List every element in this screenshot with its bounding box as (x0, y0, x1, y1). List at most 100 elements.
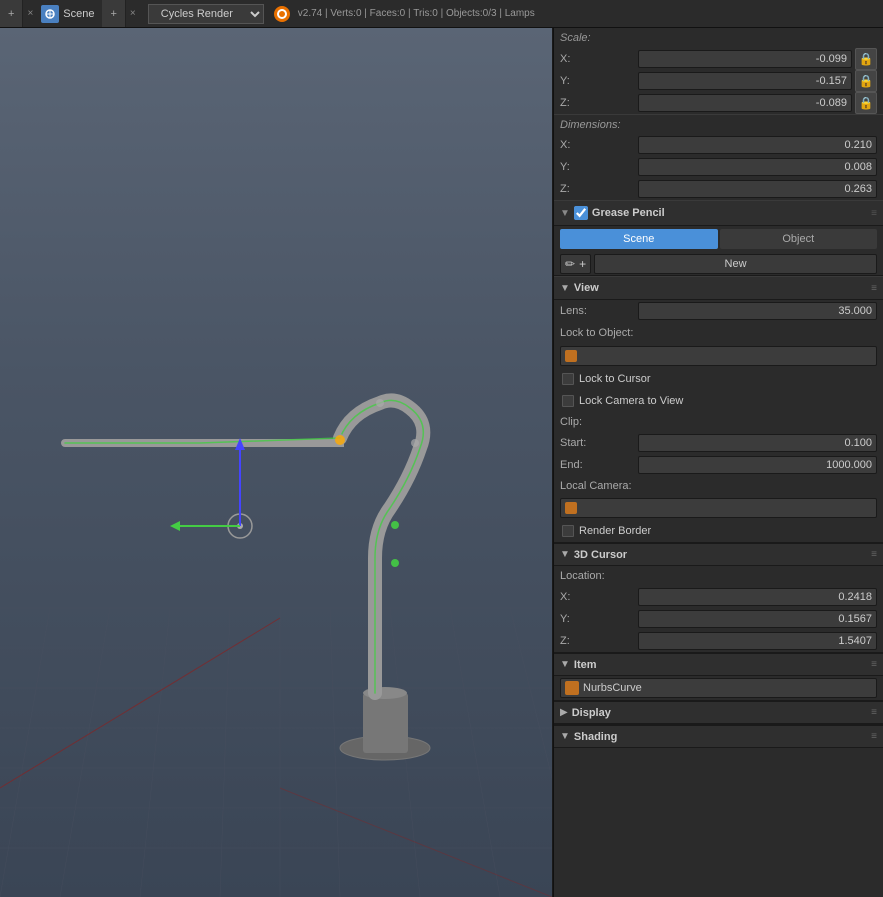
shading-title: Shading (574, 731, 617, 743)
scale-y-value: -0.157 (816, 75, 847, 87)
local-camera-icon (565, 502, 577, 514)
view-section-header[interactable]: ▼ View ≡ (554, 276, 883, 300)
tab-object[interactable]: Object (720, 229, 878, 249)
viewport-svg (0, 28, 552, 897)
lock-cursor-cb[interactable] (562, 373, 574, 385)
cursor-x-value: 0.2418 (838, 591, 872, 603)
gp-new-button[interactable]: New (594, 254, 877, 274)
dim-z-field[interactable]: 0.263 (638, 180, 877, 198)
cursor-menu: ≡ (871, 549, 877, 560)
cursor-title: 3D Cursor (574, 549, 627, 561)
scale-z-row: Z: -0.089 🔒 (554, 92, 883, 114)
lock-camera-cb[interactable] (562, 395, 574, 407)
grease-pencil-title: Grease Pencil (592, 207, 665, 219)
lock-object-label-row: Lock to Object: (554, 322, 883, 344)
scale-x-field[interactable]: -0.099 (638, 50, 852, 68)
lens-row: Lens: 35.000 (554, 300, 883, 322)
scale-z-value: -0.089 (816, 97, 847, 109)
scale-y-field[interactable]: -0.157 (638, 72, 852, 90)
dim-x-value: 0.210 (844, 139, 872, 151)
scale-y-lock[interactable]: 🔒 (855, 70, 877, 92)
cursor-z-value: 1.5407 (838, 635, 872, 647)
dim-z-row: Z: 0.263 (554, 178, 883, 200)
cursor-x-field[interactable]: 0.2418 (638, 588, 877, 606)
local-camera-label: Local Camera: (560, 480, 632, 492)
tab-close-2[interactable]: × (126, 8, 140, 19)
item-title: Item (574, 659, 597, 671)
cursor-z-row: Z: 1.5407 (554, 630, 883, 652)
viewport[interactable] (0, 28, 552, 897)
shading-menu: ≡ (871, 731, 877, 742)
local-camera-row (554, 496, 883, 520)
cursor-y-label: Y: (560, 613, 635, 625)
topbar: + × Scene + × Cycles Render Blender Rend… (0, 0, 883, 28)
cursor-y-value: 0.1567 (838, 613, 872, 625)
pencil-icon: ✏ (565, 257, 575, 271)
cursor-x-row: X: 0.2418 (554, 586, 883, 608)
lens-field[interactable]: 35.000 (638, 302, 877, 320)
dimensions-section: Dimensions: X: 0.210 Y: 0.008 Z: 0.263 (554, 114, 883, 200)
shading-section-header[interactable]: ▼ Shading ≡ (554, 724, 883, 748)
scale-y-row: Y: -0.157 🔒 (554, 70, 883, 92)
gp-tool-icons: ✏ + (560, 254, 591, 274)
scale-z-lock[interactable]: 🔒 (855, 92, 877, 114)
dim-x-row: X: 0.210 (554, 134, 883, 156)
nurbs-row: NurbsCurve (554, 676, 883, 700)
lock-object-label: Lock to Object: (560, 327, 633, 339)
grease-pencil-header[interactable]: ▼ Grease Pencil ≡ (554, 200, 883, 226)
render-border-row: Render Border (554, 520, 883, 542)
render-border-cb[interactable] (562, 525, 574, 537)
tab-scene[interactable]: Scene (560, 229, 718, 249)
item-arrow: ▼ (560, 659, 570, 670)
display-arrow: ▶ (560, 707, 568, 718)
scale-x-label: X: (560, 53, 635, 65)
grease-pencil-checkbox[interactable] (574, 206, 588, 220)
scale-header-row: Scale: (554, 28, 883, 48)
clip-end-label: End: (560, 459, 635, 471)
clip-end-field[interactable]: 1000.000 (638, 456, 877, 474)
lock-cursor-row: Lock to Cursor (554, 368, 883, 390)
info-bar: v2.74 | Verts:0 | Faces:0 | Tris:0 | Obj… (298, 8, 535, 19)
scale-z-field[interactable]: -0.089 (638, 94, 852, 112)
dim-y-row: Y: 0.008 (554, 156, 883, 178)
dim-x-field[interactable]: 0.210 (638, 136, 877, 154)
lock-camera-row: Lock Camera to View (554, 390, 883, 412)
clip-end-row: End: 1000.000 (554, 454, 883, 476)
tab-group-2: + × (102, 0, 139, 27)
scene-label: Scene (63, 8, 94, 20)
lock-object-selector[interactable] (560, 346, 877, 366)
tab-add-1[interactable]: + (0, 0, 23, 27)
dim-y-label: Y: (560, 161, 635, 173)
tab-add-2[interactable]: + (102, 0, 125, 27)
nurbs-selector[interactable]: NurbsCurve (560, 678, 877, 698)
dim-x-label: X: (560, 139, 635, 151)
gp-tabs: Scene Object (554, 226, 883, 252)
display-title: Display (572, 707, 611, 719)
cursor-y-field[interactable]: 0.1567 (638, 610, 877, 628)
plus-icon: + (579, 257, 586, 271)
cursor-location-label-row: Location: (554, 566, 883, 586)
local-camera-label-row: Local Camera: (554, 476, 883, 496)
lens-value: 35.000 (838, 305, 872, 317)
cursor-arrow: ▼ (560, 549, 570, 560)
tab-close-1[interactable]: × (23, 8, 37, 19)
local-camera-selector[interactable] (560, 498, 877, 518)
cursor-z-field[interactable]: 1.5407 (638, 632, 877, 650)
clip-start-label: Start: (560, 437, 635, 449)
dim-y-field[interactable]: 0.008 (638, 158, 877, 176)
dimensions-label: Dimensions: (560, 119, 635, 131)
render-engine-selector[interactable]: Cycles Render Blender Render (148, 4, 264, 24)
tab-group-1: + × Scene (0, 0, 102, 27)
lock-object-row (554, 344, 883, 368)
cursor-section-header[interactable]: ▼ 3D Cursor ≡ (554, 542, 883, 566)
scale-x-row: X: -0.099 🔒 (554, 48, 883, 70)
lens-label: Lens: (560, 305, 635, 317)
item-section-header[interactable]: ▼ Item ≡ (554, 652, 883, 676)
shading-arrow: ▼ (560, 731, 570, 742)
lock-object-icon (565, 350, 577, 362)
clip-start-field[interactable]: 0.100 (638, 434, 877, 452)
clip-label-row: Clip: (554, 412, 883, 432)
scale-x-lock[interactable]: 🔒 (855, 48, 877, 70)
display-section-header[interactable]: ▶ Display ≡ (554, 700, 883, 724)
clip-label: Clip: (560, 416, 582, 428)
